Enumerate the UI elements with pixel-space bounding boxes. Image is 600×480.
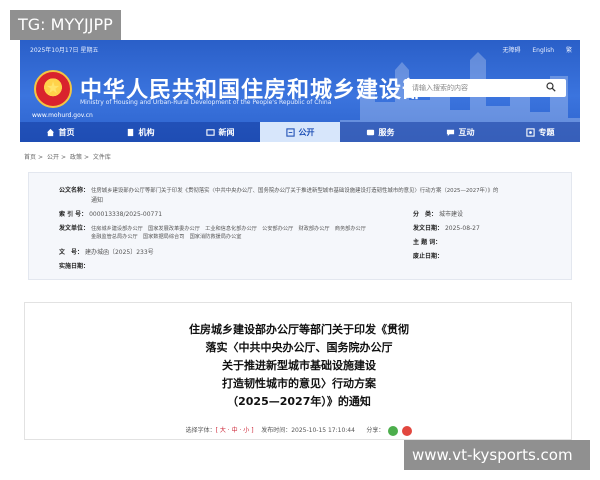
- building-icon: [127, 128, 133, 136]
- issue-date-row: 发文日期： 2025-08-27: [413, 223, 480, 232]
- nav-label: 互动: [458, 127, 475, 137]
- nav-interact[interactable]: 互动: [420, 122, 500, 142]
- search-box: [404, 79, 566, 97]
- national-emblem-icon: ★: [34, 70, 72, 108]
- subject-label: 主 题 词：: [413, 239, 442, 246]
- article-title-line: 住房城乡建设部办公厅等部门关于印发《贯彻: [189, 323, 409, 336]
- nav-institutions[interactable]: 机构: [100, 122, 180, 142]
- nav-label: 新闻: [218, 127, 235, 137]
- article-title: 住房城乡建设部办公厅等部门关于印发《贯彻 落实〈中共中央办公厅、国务院办公厅 关…: [25, 321, 573, 411]
- expire-row: 废止日期：: [413, 251, 443, 260]
- article-title-line: 落实〈中共中央办公厅、国务院办公厅: [205, 341, 393, 354]
- site-url: www.mohurd.gov.cn: [32, 112, 93, 119]
- wechat-share-icon[interactable]: [388, 425, 399, 436]
- issue-date-label: 发文日期：: [413, 225, 444, 232]
- publish-time: 2025-10-15 17:10:44: [291, 427, 355, 434]
- index-label: 索 引 号：: [59, 211, 88, 218]
- main-nav: 首页 机构 新闻 公开 服务 互动 专题: [20, 122, 580, 142]
- breadcrumb-open[interactable]: 公开: [47, 154, 59, 161]
- accessibility-link[interactable]: 无障碍: [502, 47, 520, 54]
- issuer-row-2: 金融监管总局办公厅 国家数据局综合司 国家消防救援局办公室: [91, 233, 241, 240]
- article-title-line: （2025—2027年）》的通知: [227, 395, 371, 408]
- nav-open[interactable]: 公开: [260, 122, 340, 142]
- index-value: 000013338/2025-00771: [89, 211, 163, 218]
- nav-home[interactable]: 首页: [20, 122, 100, 142]
- article-title-line: 关于推进新型城市基础设施建设: [222, 359, 376, 372]
- effective-row: 实施日期：: [59, 261, 89, 270]
- open-icon: [285, 127, 295, 137]
- subject-row: 主 题 词：: [413, 237, 441, 246]
- service-icon: [366, 129, 374, 135]
- nav-label: 服务: [378, 127, 395, 137]
- search-input[interactable]: [412, 79, 542, 97]
- site-header: 2025年10月17日 星期五 无障碍 English 繁 ★ 中华人民共和国住…: [20, 40, 580, 142]
- article-panel: 住房城乡建设部办公厅等部门关于印发《贯彻 落实〈中共中央办公厅、国务院办公厅 关…: [24, 302, 572, 440]
- current-date: 2025年10月17日 星期五: [30, 47, 99, 54]
- nav-service[interactable]: 服务: [340, 122, 420, 142]
- doc-title-row: 公文名称： 住房城乡建设部办公厅等部门关于印发《贯彻落实〈中共中央办公厅、国务院…: [59, 185, 498, 194]
- font-size-selector[interactable]: [ 大 · 中 · 小 ]: [216, 427, 254, 434]
- publish-label: 发布时间：: [261, 427, 292, 434]
- breadcrumb: 首页 > 公开 > 政策 > 文件库: [24, 154, 111, 161]
- issuer-value-2: 金融监管总局办公厅 国家数据局综合司 国家消防救援局办公室: [91, 234, 242, 240]
- news-icon: [205, 128, 215, 136]
- nav-label: 首页: [58, 127, 75, 137]
- breadcrumb-home[interactable]: 首页: [24, 154, 36, 161]
- nav-topics[interactable]: 专题: [500, 122, 580, 142]
- issuer-label: 发文单位：: [59, 225, 90, 232]
- doc-title-value-2: 通知: [91, 197, 104, 204]
- search-icon[interactable]: [546, 82, 556, 92]
- category-label: 分 类：: [413, 211, 438, 218]
- home-icon: [46, 128, 54, 136]
- nav-news[interactable]: 新闻: [180, 122, 260, 142]
- category-value: 城市建设: [438, 211, 463, 218]
- traditional-chinese-link[interactable]: 繁: [566, 47, 572, 54]
- issuer-row: 发文单位： 住房城乡建设部办公厅 国家发展改革委办公厅 工业和信息化部办公厅 公…: [59, 223, 366, 232]
- doc-number-value: 建办城函〔2025〕233号: [84, 249, 154, 256]
- index-row: 索 引 号： 000013338/2025-00771: [59, 209, 162, 218]
- document-info-panel: 公文名称： 住房城乡建设部办公厅等部门关于印发《贯彻落实〈中共中央办公厅、国务院…: [28, 172, 572, 280]
- topic-icon: [525, 127, 535, 137]
- category-row: 分 类： 城市建设: [413, 209, 463, 218]
- doc-title-label: 公文名称：: [59, 187, 90, 194]
- nav-label: 机构: [138, 127, 155, 137]
- font-size-label: 选择字体：: [185, 427, 216, 434]
- breadcrumb-policy[interactable]: 政策: [70, 154, 82, 161]
- watermark-bottom: www.vt-kysports.com: [404, 440, 590, 470]
- effective-label: 实施日期：: [59, 263, 90, 270]
- issuer-value-1: 住房城乡建设部办公厅 国家发展改革委办公厅 工业和信息化部办公厅 公安部办公厅 …: [90, 226, 366, 232]
- weibo-share-icon[interactable]: [402, 425, 413, 436]
- top-bar: 2025年10月17日 星期五 无障碍 English 繁: [20, 40, 580, 57]
- watermark-top: TG: MYYJJPP: [10, 10, 121, 40]
- english-link[interactable]: English: [532, 47, 554, 54]
- doc-number-label: 文 号：: [59, 249, 84, 256]
- share-label: 分享：: [366, 427, 385, 434]
- article-title-line: 打造韧性城市的意见〉行动方案: [222, 377, 376, 390]
- site-subtitle: Ministry of Housing and Urban-Rural Deve…: [80, 99, 332, 106]
- doc-number-row: 文 号： 建办城函〔2025〕233号: [59, 247, 154, 256]
- nav-label: 公开: [298, 127, 315, 137]
- article-meta: 选择字体：[ 大 · 中 · 小 ] 发布时间：2025-10-15 17:10…: [25, 425, 573, 436]
- doc-title-row-2: 通知: [91, 195, 103, 204]
- doc-title-value: 住房城乡建设部办公厅等部门关于印发《贯彻落实〈中共中央办公厅、国务院办公厅关于推…: [90, 188, 499, 194]
- nav-label: 专题: [538, 127, 555, 137]
- chat-icon: [446, 129, 454, 136]
- issue-date-value: 2025-08-27: [444, 225, 480, 232]
- expire-label: 废止日期：: [413, 253, 444, 260]
- breadcrumb-library[interactable]: 文件库: [93, 154, 111, 161]
